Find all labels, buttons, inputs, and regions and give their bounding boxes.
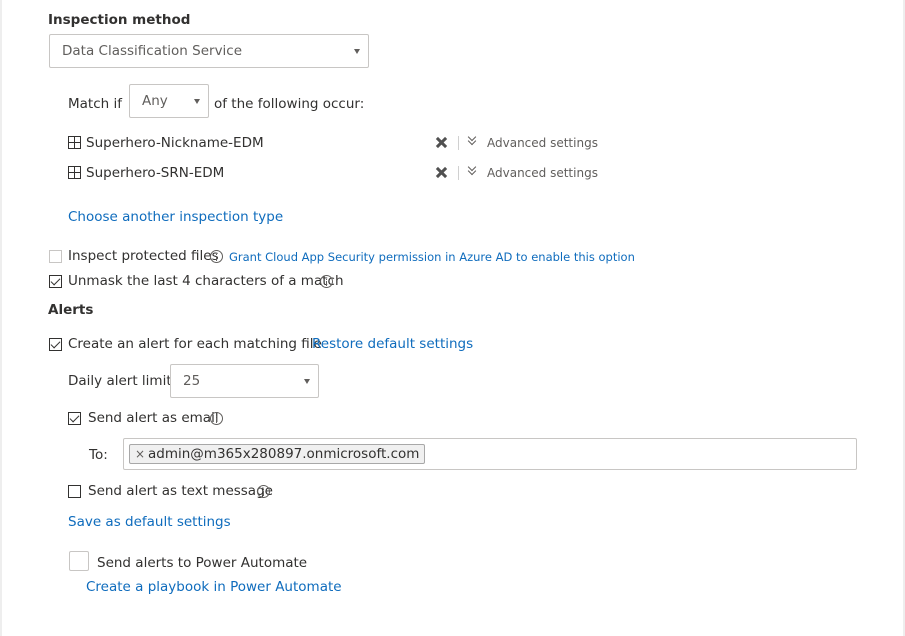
inspection-item-label: Superhero-SRN-EDM: [86, 165, 225, 181]
send-email-checkbox[interactable]: [68, 412, 81, 425]
recipient-email: admin@m365x280897.onmicrosoft.com: [148, 446, 420, 462]
choose-another-inspection-link[interactable]: Choose another inspection type: [68, 209, 283, 225]
divider: [458, 166, 459, 180]
chevron-down-icon: [194, 99, 200, 104]
double-chevron-down-icon[interactable]: [467, 162, 477, 178]
restore-default-link[interactable]: Restore default settings: [312, 336, 473, 352]
alerts-heading: Alerts: [48, 302, 94, 318]
power-automate-label: Send alerts to Power Automate: [97, 555, 308, 571]
send-email-label: Send alert as email: [88, 410, 219, 426]
power-automate-checkbox[interactable]: [69, 551, 89, 571]
daily-limit-select[interactable]: 25: [170, 364, 319, 398]
inspect-protected-checkbox[interactable]: [49, 250, 62, 263]
remove-x-icon[interactable]: [436, 167, 447, 178]
email-recipients-input[interactable]: × admin@m365x280897.onmicrosoft.com: [123, 438, 857, 470]
match-suffix-label: of the following occur:: [214, 96, 365, 112]
unmask-checkbox[interactable]: [49, 275, 62, 288]
grid-icon: [68, 166, 81, 179]
inspect-protected-label: Inspect protected files: [68, 248, 219, 264]
create-playbook-link[interactable]: Create a playbook in Power Automate: [86, 579, 342, 595]
chevron-down-icon: [304, 379, 310, 384]
info-icon[interactable]: [210, 412, 223, 425]
double-chevron-down-icon[interactable]: [467, 132, 477, 148]
match-condition-select[interactable]: Any: [129, 84, 209, 118]
create-alert-label: Create an alert for each matching file: [68, 336, 322, 352]
remove-recipient-icon[interactable]: ×: [135, 445, 145, 463]
inspection-method-select[interactable]: Data Classification Service: [49, 34, 369, 68]
panel-left-border: [0, 0, 2, 636]
send-text-checkbox[interactable]: [68, 485, 81, 498]
daily-limit-value: 25: [183, 373, 201, 389]
divider: [458, 136, 459, 150]
chevron-down-icon: [354, 49, 360, 54]
save-default-link[interactable]: Save as default settings: [68, 514, 231, 530]
inspection-item-label: Superhero-Nickname-EDM: [86, 135, 264, 151]
remove-x-icon[interactable]: [436, 137, 447, 148]
info-icon[interactable]: [320, 275, 333, 288]
advanced-settings-link[interactable]: Advanced settings: [487, 166, 598, 180]
to-label: To:: [89, 447, 108, 463]
grant-permission-link[interactable]: Grant Cloud App Security permission in A…: [229, 250, 635, 264]
daily-limit-label: Daily alert limit: [68, 373, 172, 389]
recipient-tag: × admin@m365x280897.onmicrosoft.com: [129, 444, 426, 464]
advanced-settings-link[interactable]: Advanced settings: [487, 136, 598, 150]
info-icon[interactable]: [257, 485, 270, 498]
inspection-method-heading: Inspection method: [48, 12, 191, 28]
inspection-method-value: Data Classification Service: [62, 43, 243, 59]
grid-icon: [68, 136, 81, 149]
info-icon[interactable]: [210, 250, 223, 263]
unmask-label: Unmask the last 4 characters of a match: [68, 273, 344, 289]
match-if-label: Match if: [68, 96, 122, 112]
send-text-label: Send alert as text message: [88, 483, 273, 499]
match-condition-value: Any: [142, 93, 168, 109]
create-alert-checkbox[interactable]: [49, 338, 62, 351]
